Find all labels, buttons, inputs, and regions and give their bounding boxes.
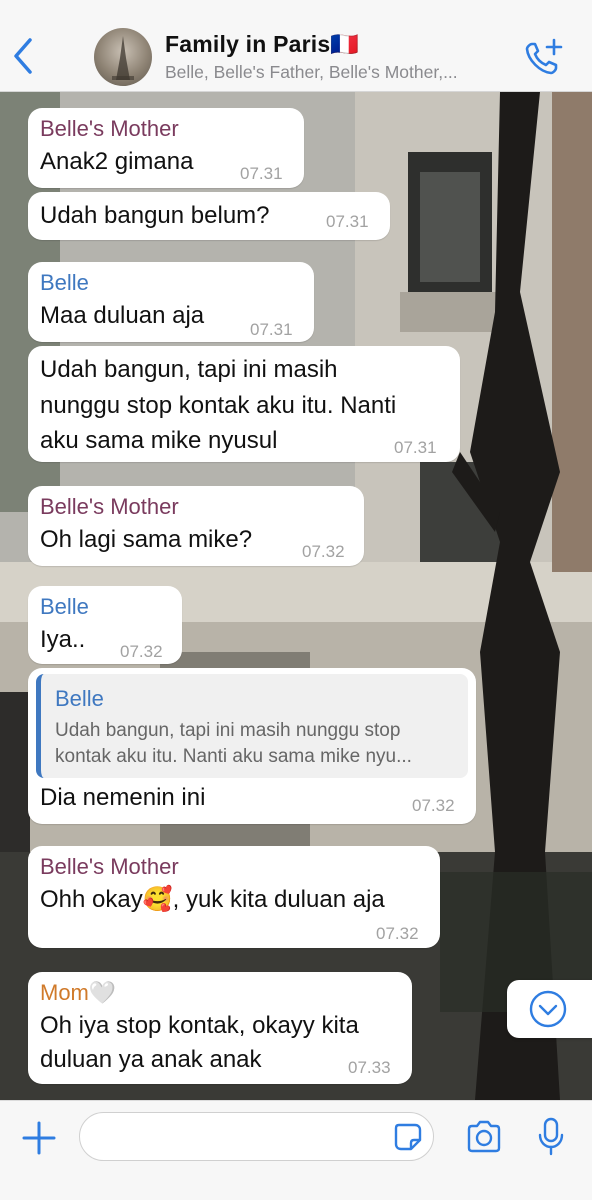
message-text-line: aku sama mike nyusul	[40, 427, 278, 454]
message-sender[interactable]: Mom🤍	[40, 980, 116, 1006]
quoted-text-line: kontak aku itu. Nanti aku sama mike nyu.…	[55, 746, 412, 767]
message-text: Iya..	[40, 626, 86, 653]
chevron-left-icon[interactable]	[10, 34, 40, 78]
message-time: 07.31	[240, 164, 283, 183]
message-text-line: Oh iya stop kontak, okayy kita	[40, 1012, 359, 1039]
message-bubble[interactable]: Belle's Mother Anak2 gimana 07.31	[28, 108, 304, 188]
plus-icon[interactable]	[20, 1119, 58, 1157]
message-bubble[interactable]: Belle Udah bangun, tapi ini masih nunggu…	[28, 668, 476, 824]
message-time: 07.32	[120, 642, 163, 661]
group-avatar[interactable]	[94, 28, 152, 86]
message-bubble[interactable]: Udah bangun belum? 07.31	[28, 192, 390, 240]
message-bubble[interactable]: Belle Maa duluan aja 07.31	[28, 262, 314, 342]
message-sender[interactable]: Belle	[40, 594, 89, 620]
message-time: 07.33	[348, 1058, 391, 1077]
message-bubble[interactable]: Belle's Mother Oh lagi sama mike? 07.32	[28, 486, 364, 566]
chat-background[interactable]: Belle's Mother Anak2 gimana 07.31 Udah b…	[0, 92, 592, 1100]
message-time: 07.32	[376, 924, 419, 943]
message-text: Maa duluan aja	[40, 302, 205, 329]
add-call-icon[interactable]	[522, 36, 564, 78]
message-bubble[interactable]: Udah bangun, tapi ini masih nunggu stop …	[28, 346, 460, 462]
message-bubble[interactable]: Belle Iya.. 07.32	[28, 586, 182, 664]
message-text-line: nunggu stop kontak aku itu. Nanti	[40, 392, 397, 419]
quoted-message[interactable]: Belle Udah bangun, tapi ini masih nunggu…	[36, 674, 468, 778]
microphone-icon[interactable]	[537, 1117, 565, 1157]
message-text: Anak2 gimana	[40, 148, 194, 175]
quoted-sender: Belle	[55, 686, 104, 711]
message-time: 07.32	[302, 542, 345, 561]
chat-header: Family in Paris🇫🇷 Belle, Belle's Father,…	[0, 0, 592, 92]
message-text: Dia nemenin ini	[40, 784, 206, 811]
message-text-line: duluan ya anak anak	[40, 1046, 262, 1073]
message-sender[interactable]: Belle's Mother	[40, 116, 179, 142]
scroll-to-bottom-button[interactable]	[507, 980, 592, 1038]
message-time: 07.31	[250, 320, 293, 339]
participants-list[interactable]: Belle, Belle's Father, Belle's Mother,..…	[165, 62, 525, 83]
message-time: 07.31	[326, 212, 369, 231]
quoted-text-line: Udah bangun, tapi ini masih nunggu stop	[55, 720, 401, 741]
message-input[interactable]	[79, 1112, 434, 1161]
message-time: 07.32	[412, 796, 455, 815]
message-sender[interactable]: Belle's Mother	[40, 854, 179, 880]
chevron-down-circle-icon	[529, 990, 567, 1028]
message-bubble[interactable]: Belle's Mother Ohh okay🥰, yuk kita dulua…	[28, 846, 440, 948]
message-time: 07.31	[394, 438, 437, 457]
message-bubble[interactable]: Mom🤍 Oh iya stop kontak, okayy kita dulu…	[28, 972, 412, 1084]
message-text: Oh lagi sama mike?	[40, 526, 253, 553]
camera-icon[interactable]	[465, 1119, 503, 1155]
message-sender[interactable]: Belle	[40, 270, 89, 296]
message-text: Udah bangun belum?	[40, 202, 270, 229]
message-sender[interactable]: Belle's Mother	[40, 494, 179, 520]
message-text: Ohh okay🥰, yuk kita duluan aja	[40, 886, 385, 913]
message-input-bar	[0, 1100, 592, 1200]
sticker-icon[interactable]	[393, 1122, 423, 1152]
group-name[interactable]: Family in Paris🇫🇷	[165, 31, 359, 58]
message-text-line: Udah bangun, tapi ini masih	[40, 356, 338, 383]
